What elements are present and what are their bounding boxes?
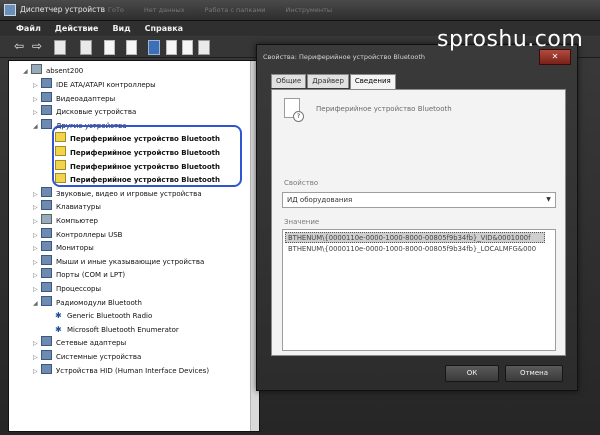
value-list-item[interactable]: BTHENUM\{0000110e-0000-1000-8000-00805f9… — [285, 232, 545, 243]
chevron-down-icon[interactable]: ▼ — [542, 193, 555, 207]
tab-driver[interactable]: Драйвер — [307, 74, 349, 88]
tab-general[interactable]: Общие — [271, 74, 307, 88]
property-select[interactable]: ИД оборудования ▼ — [282, 192, 556, 208]
property-label: Свойство — [284, 179, 319, 187]
value-label: Значение — [284, 218, 320, 226]
dialog-tabs: Общие Драйвер Сведения — [271, 74, 397, 89]
property-select-value: ИД оборудования — [287, 196, 353, 204]
details-panel: ? Периферийное устройство Bluetooth Свой… — [271, 89, 566, 356]
ok-button[interactable]: ОК — [445, 365, 499, 382]
cancel-button[interactable]: Отмена — [505, 365, 563, 382]
dialog-title: Свойства: Периферийное устройство Blueto… — [263, 53, 425, 61]
watermark-text: sproshu.com — [437, 27, 584, 52]
unknown-device-icon: ? — [284, 98, 304, 122]
value-list[interactable]: BTHENUM\{0000110e-0000-1000-8000-00805f9… — [282, 229, 556, 351]
device-manager-window: Диспетчер устройств ГоТо Нет данных Рабо… — [0, 0, 600, 435]
tab-details[interactable]: Сведения — [349, 74, 396, 89]
value-list-item[interactable]: BTHENUM\{0000110e-0000-1000-8000-00805f9… — [285, 244, 536, 255]
properties-dialog: Свойства: Периферийное устройство Blueto… — [256, 44, 578, 391]
device-name: Периферийное устройство Bluetooth — [316, 105, 452, 113]
